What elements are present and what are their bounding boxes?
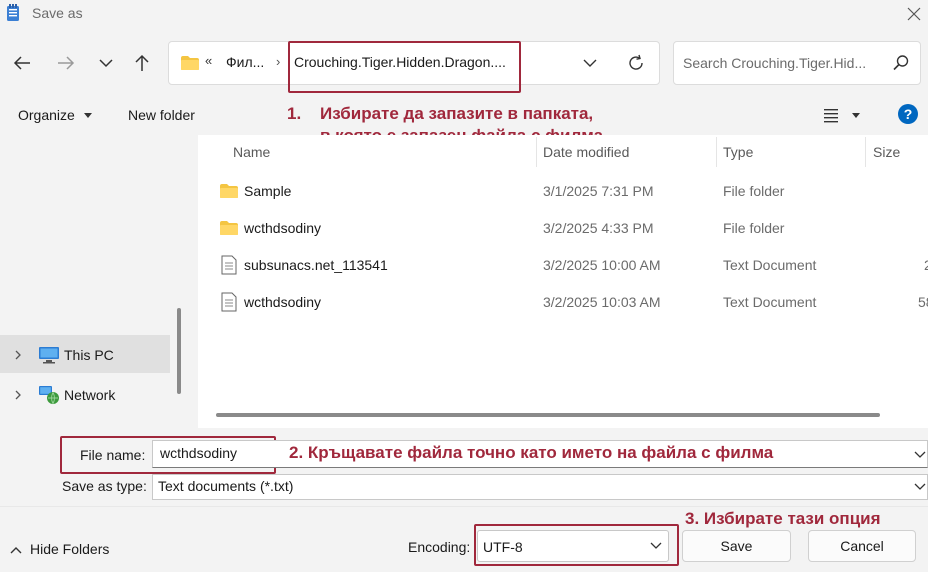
new-folder-button[interactable]: New folder (128, 107, 195, 123)
sidebar-scrollbar[interactable] (177, 308, 181, 394)
breadcrumb-separator[interactable]: › (276, 54, 280, 69)
navigation-pane (0, 135, 192, 428)
file-date: 3/2/2025 10:03 AM (543, 294, 661, 310)
search-input[interactable]: Search Crouching.Tiger.Hid... (683, 55, 866, 71)
title-bar (0, 0, 928, 28)
annotation-3: 3. Избирате тази опция (685, 509, 881, 528)
hidden-crumbs-chevron[interactable]: « (205, 53, 212, 68)
view-options-icon[interactable] (822, 106, 840, 124)
refresh-button[interactable] (622, 49, 650, 77)
save-as-type-label: Save as type: (62, 478, 147, 494)
network-icon (39, 386, 59, 405)
search-icon[interactable] (892, 54, 910, 72)
chevron-down-icon[interactable] (914, 483, 926, 491)
file-date: 3/2/2025 10:00 AM (543, 257, 661, 273)
caret-down-icon[interactable] (852, 111, 860, 119)
breadcrumb-parent[interactable]: Фил... (226, 54, 264, 70)
annotation-highlight-encoding (474, 524, 679, 566)
file-date: 3/1/2025 7:31 PM (543, 183, 654, 199)
file-name[interactable]: Sample (244, 183, 291, 199)
chevron-up-icon[interactable] (10, 545, 22, 555)
up-button[interactable] (126, 47, 158, 79)
file-type: File folder (723, 220, 785, 236)
file-list (198, 135, 928, 428)
file-name-value[interactable]: wcthdsodiny (160, 445, 237, 461)
file-type: Text Document (723, 294, 817, 310)
file-date: 3/2/2025 4:33 PM (543, 220, 654, 236)
sidebar-item-label: Network (64, 387, 116, 403)
file-name[interactable]: wcthdsodiny (244, 220, 321, 236)
file-name[interactable]: wcthdsodiny (244, 294, 321, 310)
annotation-2: 2. Кръщавате файла точно като името на ф… (289, 443, 774, 462)
column-divider[interactable] (865, 137, 866, 167)
folder-icon (220, 184, 238, 198)
file-type: File folder (723, 183, 785, 199)
column-header-size[interactable]: Size (873, 144, 900, 160)
column-divider[interactable] (536, 137, 537, 167)
arrow-up-icon (135, 54, 149, 71)
chevron-right-icon[interactable] (13, 350, 23, 360)
organize-button[interactable]: Organize (18, 107, 75, 123)
refresh-icon (629, 54, 643, 70)
hide-folders-button[interactable]: Hide Folders (30, 541, 109, 557)
window-title: Save as (32, 5, 83, 21)
notepad-icon (7, 4, 19, 21)
monitor-icon (39, 347, 59, 364)
close-icon (907, 7, 921, 21)
address-dropdown[interactable] (578, 50, 602, 76)
forward-button[interactable] (50, 47, 82, 79)
chevron-down-icon (99, 59, 113, 68)
divider (0, 506, 928, 507)
arrow-left-icon (13, 56, 30, 70)
file-name[interactable]: subsunacs.net_113541 (244, 257, 388, 273)
column-divider[interactable] (716, 137, 717, 167)
close-button[interactable] (900, 2, 928, 26)
chevron-down-icon (583, 59, 597, 67)
text-document-icon (221, 292, 237, 312)
file-size: 2 (924, 257, 928, 273)
text-document-icon (221, 255, 237, 275)
annotation-1-line1: Избирате да запазите в папката, (320, 104, 594, 123)
cancel-button[interactable]: Cancel (808, 530, 916, 562)
save-as-type-value[interactable]: Text documents (*.txt) (158, 478, 293, 494)
file-name-label: File name: (80, 447, 146, 463)
folder-icon (220, 221, 238, 235)
chevron-right-icon[interactable] (13, 390, 23, 400)
recent-locations-button[interactable] (90, 47, 122, 79)
breadcrumb-current[interactable]: Crouching.Tiger.Hidden.Dragon.... (294, 54, 506, 70)
file-type: Text Document (723, 257, 817, 273)
caret-down-icon (84, 113, 92, 118)
encoding-label: Encoding: (408, 539, 471, 555)
column-header-date[interactable]: Date modified (543, 144, 629, 160)
back-button[interactable] (6, 47, 38, 79)
save-button[interactable]: Save (682, 530, 791, 562)
sidebar-item-label: This PC (64, 347, 114, 363)
column-header-name[interactable]: Name (233, 144, 270, 160)
column-header-type[interactable]: Type (723, 144, 753, 160)
folder-icon (181, 56, 199, 70)
help-button[interactable]: ? (898, 104, 918, 124)
arrow-right-icon (58, 56, 75, 70)
annotation-1-number: 1. (287, 104, 302, 123)
file-size: 58 (918, 294, 928, 310)
chevron-down-icon[interactable] (914, 451, 926, 459)
horizontal-scrollbar[interactable] (216, 413, 880, 417)
